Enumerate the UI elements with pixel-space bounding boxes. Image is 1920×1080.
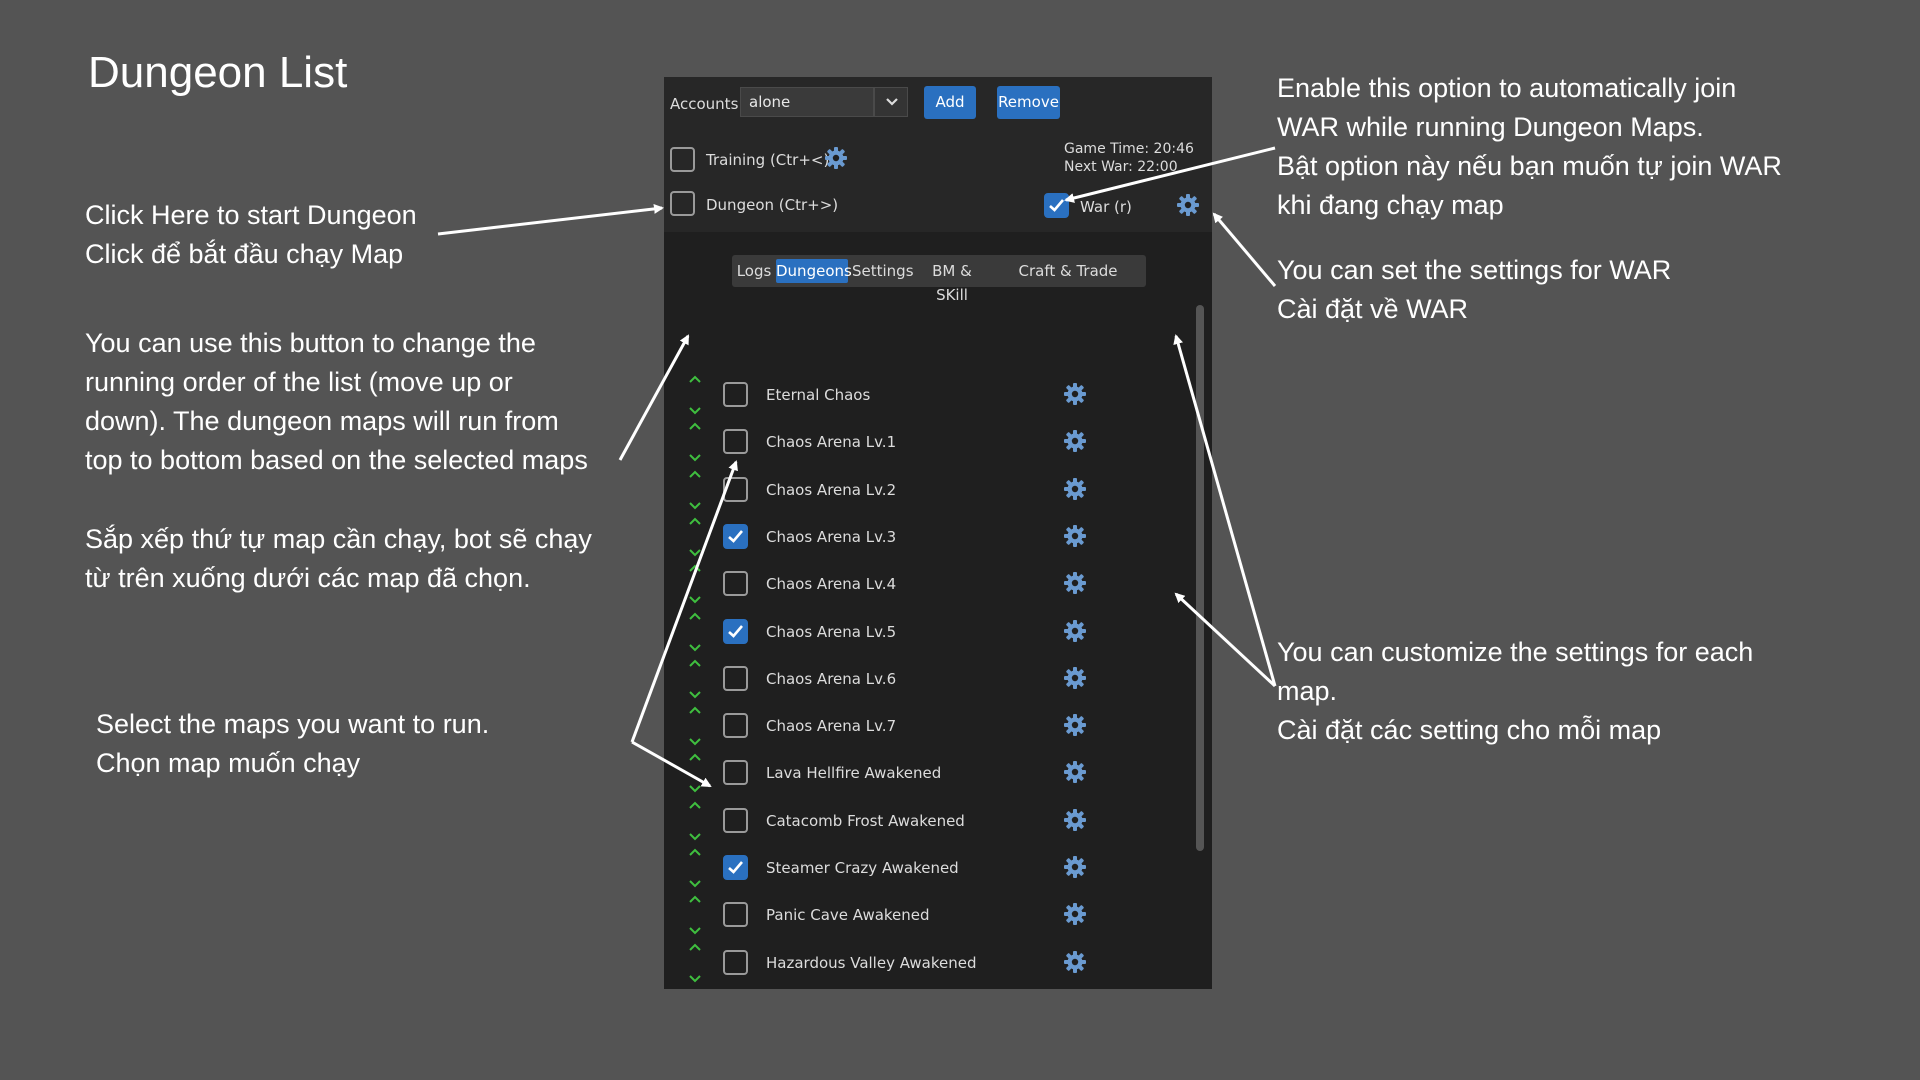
arrow-to-checked-map-2 — [631, 740, 712, 788]
arrow-to-war-gear — [1212, 212, 1277, 287]
annotation-arrows — [437, 146, 1277, 788]
arrow-to-map-gear-2 — [1174, 592, 1277, 688]
arrow-to-dungeon-checkbox — [437, 203, 664, 236]
arrow-to-checked-map — [630, 460, 738, 743]
arrow-to-order-buttons — [618, 334, 690, 461]
arrow-to-map-gear-1 — [1173, 334, 1277, 687]
arrow-to-war-checkbox — [1064, 146, 1276, 203]
